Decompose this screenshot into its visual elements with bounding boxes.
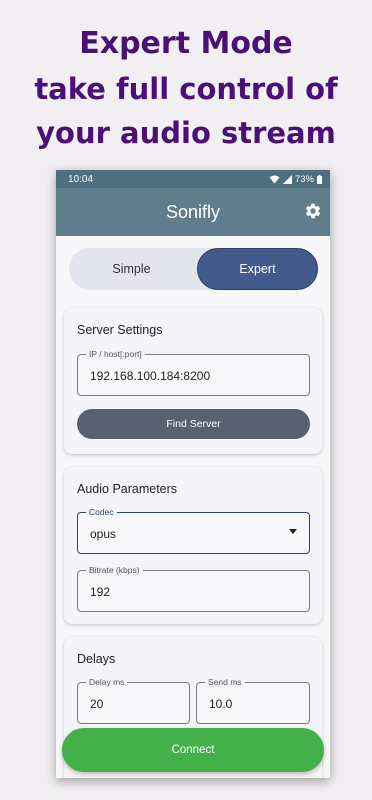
bitrate-value: 192 — [90, 585, 111, 599]
app-title: Sonifly — [165, 201, 221, 222]
gear-icon[interactable] — [304, 202, 322, 220]
battery-icon — [317, 174, 322, 184]
status-time: 10:04 — [68, 173, 94, 185]
host-field[interactable]: IP / host[:port] 192.168.100.184:8200 — [77, 349, 310, 396]
audio-parameters-card: Audio Parameters Codec opus Bitrate (kbp… — [64, 467, 322, 624]
delay-ms-field[interactable]: Delay ms 20 — [77, 677, 190, 724]
battery-percent: 73% — [294, 173, 314, 185]
delay-ms-value: 20 — [90, 697, 104, 711]
server-settings-card: Server Settings IP / host[:port] 192.168… — [64, 308, 322, 454]
audio-parameters-title: Audio Parameters — [77, 482, 178, 496]
host-field-value: 192.168.100.184:8200 — [90, 369, 211, 383]
wifi-icon — [269, 175, 280, 183]
signal-icon — [282, 174, 292, 184]
codec-value: opus — [90, 527, 117, 541]
bitrate-label: Bitrate (kbps) — [86, 565, 143, 576]
mode-toggle: Simple Expert — [69, 248, 318, 290]
phone-screen: 10:04 73% Sonifly Simple Expert Server S… — [56, 170, 330, 778]
codec-label: Codec — [86, 507, 117, 518]
promo-subline-1: take full control of — [34, 72, 338, 106]
send-ms-value: 10.0 — [209, 697, 233, 711]
mode-expert-button[interactable]: Expert — [197, 248, 318, 290]
app-bar: Sonifly — [56, 188, 330, 236]
connect-button[interactable]: Connect — [62, 728, 324, 772]
codec-select[interactable]: Codec opus — [77, 507, 310, 554]
bitrate-field[interactable]: Bitrate (kbps) 192 — [77, 565, 310, 612]
mode-simple-button[interactable]: Simple — [69, 248, 194, 290]
status-bar: 10:04 73% — [56, 170, 330, 188]
promo-subline-2: your audio stream — [36, 116, 336, 150]
send-ms-label: Send ms — [205, 677, 245, 688]
delays-title: Delays — [77, 652, 116, 666]
host-field-label: IP / host[:port] — [86, 349, 145, 360]
promo-headline: Expert Mode — [79, 26, 293, 61]
send-ms-field[interactable]: Send ms 10.0 — [196, 677, 310, 724]
server-settings-title: Server Settings — [77, 323, 163, 337]
status-icons: 73% — [269, 174, 322, 185]
delay-ms-label: Delay ms — [86, 677, 128, 688]
find-server-button[interactable]: Find Server — [77, 409, 310, 439]
dropdown-arrow-icon[interactable] — [289, 529, 297, 534]
